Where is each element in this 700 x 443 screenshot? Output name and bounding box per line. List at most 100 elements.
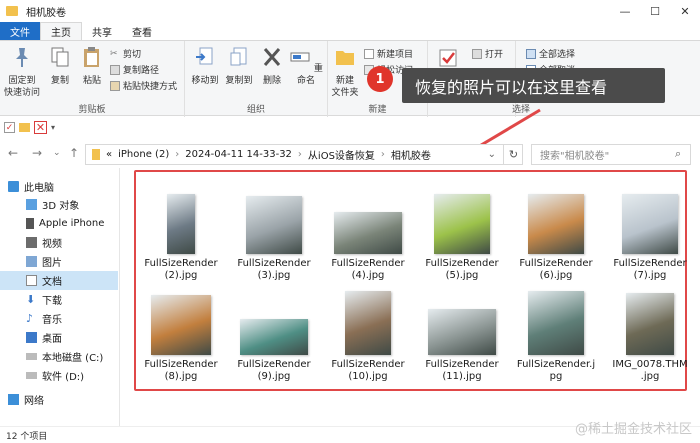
tab-share[interactable]: 共享 [82,22,122,40]
search-input[interactable]: 搜索"相机胶卷" [531,144,691,165]
tab-home[interactable]: 主页 [40,22,82,40]
file-item[interactable]: FullSizeRender (8).jpg [141,283,221,383]
close-button[interactable]: ✕ [670,0,700,22]
file-item[interactable]: FullSizeRender (4).jpg [328,178,408,282]
new-item-label: 新建项目 [377,50,414,60]
move-to-button[interactable]: 移动到 [189,45,221,87]
sidebar-item-label: 桌面 [42,334,62,345]
up-button[interactable]: ↑ [69,146,79,160]
sidebar-item-label: 音乐 [42,315,62,326]
recent-dropdown[interactable]: ⌄ [53,148,61,158]
file-name: FullSizeRender (5).jpg [425,258,499,281]
navigation-pane: 此电脑 3D 对象 Apple iPhone 视频 图片 文档 ⬇ 下载 ♪ 音乐 … [0,175,120,425]
cut-button[interactable]: ✂ 剪切 [110,47,142,61]
maximize-button[interactable]: ☐ [640,0,670,22]
photo-thumbnail [622,194,678,254]
file-name: FullSizeRender (4).jpg [331,258,405,281]
folder-icon [6,6,18,16]
sidebar-item-local-disk-c[interactable]: 本地磁盘 (C:) [0,347,118,366]
item-count: 12 个项目 [6,431,48,442]
paste-shortcut-button[interactable]: 粘贴快捷方式 [110,79,177,92]
sidebar-item-this-pc[interactable]: 此电脑 [0,177,118,196]
new-folder-icon [336,51,354,65]
download-icon: ⬇ [26,293,36,306]
sidebar-item-music[interactable]: ♪ 音乐 [0,309,118,328]
desktop-icon [26,332,37,343]
refresh-button[interactable]: ↻ [503,144,523,165]
path-icon [110,64,120,75]
sidebar-item-pictures[interactable]: 图片 [0,252,118,271]
delete-qat-icon[interactable]: ✕ [34,120,47,134]
title-bar: 相机胶卷 — ☐ ✕ [0,0,700,22]
sidebar-scrollbar[interactable] [119,168,120,426]
breadcrumb-iphone[interactable]: iPhone (2) [118,149,169,160]
new-folder-button[interactable]: 新建 文件夹 [330,45,360,99]
phone-icon [26,218,34,229]
breadcrumb-date[interactable]: 2024-04-11 14-33-32 [185,149,292,160]
sidebar-item-software-d[interactable]: 软件 (D:) [0,366,118,385]
sidebar-item-documents[interactable]: 文档 [0,271,118,290]
paste-shortcut-label: 粘贴快捷方式 [123,82,178,92]
folder-qat-icon[interactable] [19,122,30,132]
pin-label: 固定到 快速访问 [4,76,41,98]
back-button[interactable]: ← [8,146,18,160]
address-dropdown-icon[interactable]: ⌄ [488,149,496,160]
file-item[interactable]: FullSizeRender (3).jpg [234,178,314,282]
file-name: FullSizeRender (10).jpg [331,359,405,382]
breadcrumb-separator: › [175,149,180,160]
open-icon [472,48,482,59]
delete-label: 删除 [262,76,281,86]
move-icon [196,47,213,65]
select-all-button[interactable]: 全部选择 [526,47,575,60]
file-item[interactable]: FullSizeRender.j pg [516,283,596,383]
file-item[interactable]: FullSizeRender (9).jpg [234,283,314,383]
minimize-button[interactable]: — [610,0,640,22]
sidebar-item-videos[interactable]: 视频 [0,233,118,252]
qat-dropdown-icon[interactable]: ▾ [51,123,55,132]
breadcrumb-overflow[interactable]: « [106,149,112,160]
copy-to-button[interactable]: 复制到 [223,45,255,87]
document-icon [26,275,37,286]
file-item[interactable]: IMG_0078.THM .jpg [610,283,690,383]
breadcrumb-recovery[interactable]: 从iOS设备恢复 [308,147,375,162]
photo-thumbnail [528,291,584,355]
cube-icon [26,199,37,210]
copy-button[interactable]: 复制 [46,45,74,87]
file-item[interactable]: FullSizeRender (7).jpg [610,178,690,282]
sidebar-item-network[interactable]: 网络 [0,390,118,409]
photo-thumbnail [151,295,211,355]
window-title: 相机胶卷 [26,7,66,19]
open-button[interactable]: 打开 [472,47,503,60]
paste-button[interactable]: 粘贴 [78,45,106,87]
open-label: 打开 [485,50,504,60]
file-item[interactable]: FullSizeRender (10).jpg [328,283,408,383]
file-item[interactable]: FullSizeRender (6).jpg [516,178,596,282]
copy-to-label: 复制到 [225,76,253,86]
delete-button[interactable]: 删除 [259,45,285,87]
new-item-button[interactable]: 新建项目 [364,47,413,60]
sidebar-item-3d-objects[interactable]: 3D 对象 [0,195,118,214]
sidebar-item-apple-iphone[interactable]: Apple iPhone [0,214,118,233]
folder-icon [92,149,100,160]
file-item[interactable]: FullSizeRender (2).jpg [141,178,221,282]
scissors-icon: ✂ [110,48,118,59]
breadcrumb-separator: › [380,149,385,160]
address-bar[interactable]: « iPhone (2) › 2024-04-11 14-33-32 › 从iO… [85,144,523,165]
copy-path-button[interactable]: 复制路径 [110,63,159,76]
breadcrumb-camera-roll[interactable]: 相机胶卷 [391,147,431,162]
forward-button[interactable]: → [32,146,42,160]
rename-button[interactable]: 重命名 [289,45,323,87]
sidebar-item-label: Apple iPhone [39,218,105,229]
properties-qat-icon[interactable]: ✓ [4,121,15,133]
cut-label: 剪切 [123,50,142,60]
photo-thumbnail [434,194,490,254]
tab-file[interactable]: 文件 [0,22,40,40]
sidebar-item-desktop[interactable]: 桌面 [0,328,118,347]
sidebar-item-downloads[interactable]: ⬇ 下载 [0,290,118,309]
pin-button[interactable]: 固定到 快速访问 [4,45,40,99]
search-icon[interactable]: ⌕ [675,147,681,161]
tab-view[interactable]: 查看 [122,22,162,40]
file-item[interactable]: FullSizeRender (5).jpg [422,178,502,282]
sidebar-item-label: 网络 [24,396,44,407]
file-item[interactable]: FullSizeRender (11).jpg [422,283,502,383]
